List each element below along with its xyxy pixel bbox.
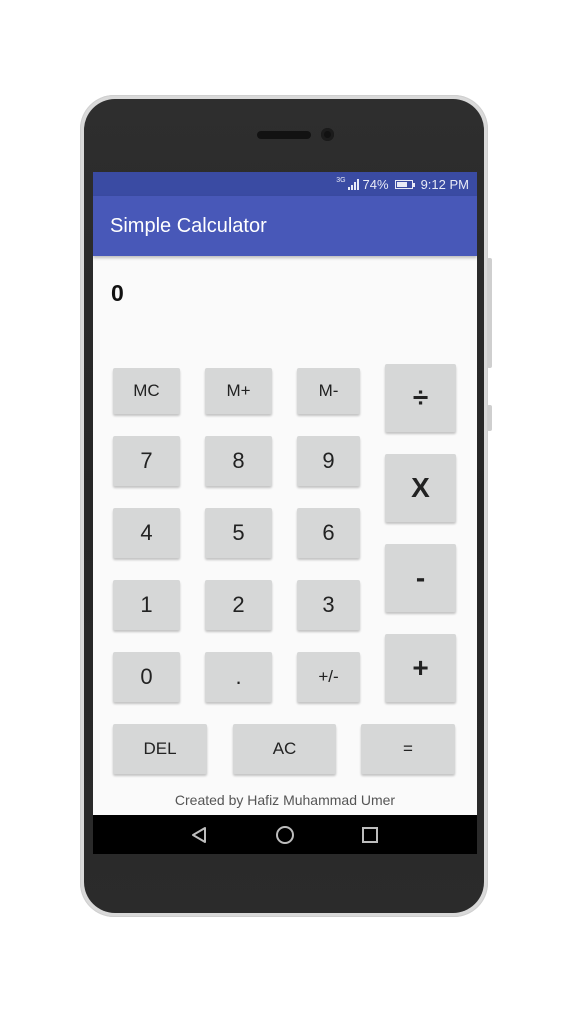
app-bar: Simple Calculator	[93, 196, 477, 256]
recents-icon[interactable]	[350, 815, 390, 854]
delete-button[interactable]: DEL	[113, 724, 207, 774]
app-title: Simple Calculator	[110, 215, 267, 237]
memory-subtract-button[interactable]: M-	[297, 368, 360, 414]
memory-add-button[interactable]: M+	[205, 368, 272, 414]
multiply-button[interactable]: X	[385, 454, 456, 522]
toggle-sign-button[interactable]: +/-	[297, 652, 360, 702]
decimal-point-button[interactable]: .	[205, 652, 272, 702]
network-type: 3G	[336, 177, 346, 184]
digit-6-button[interactable]: 6	[297, 508, 360, 558]
digit-0-button[interactable]: 0	[113, 652, 180, 702]
back-icon[interactable]	[179, 815, 219, 854]
home-icon[interactable]	[265, 815, 305, 854]
clock: 9:12 PM	[420, 177, 469, 192]
screen: 3G 74% 9:12 PM Simple Calculator 0 MC M+…	[93, 172, 477, 854]
digit-8-button[interactable]: 8	[205, 436, 272, 486]
divide-button[interactable]: ÷	[385, 364, 456, 432]
status-bar: 3G 74% 9:12 PM	[93, 172, 477, 196]
equals-button[interactable]: =	[361, 724, 455, 774]
battery-percent: 74%	[362, 177, 389, 192]
digit-2-button[interactable]: 2	[205, 580, 272, 630]
all-clear-button[interactable]: AC	[233, 724, 336, 774]
digit-4-button[interactable]: 4	[113, 508, 180, 558]
credit-text: Created by Hafiz Muhammad Umer	[174, 792, 396, 808]
front-camera	[321, 128, 334, 141]
digit-9-button[interactable]: 9	[297, 436, 360, 486]
volume-button	[487, 405, 492, 431]
earpiece-speaker	[257, 131, 311, 139]
navigation-bar	[93, 815, 477, 854]
battery-icon	[394, 180, 415, 189]
add-button[interactable]: +	[385, 634, 456, 702]
digit-1-button[interactable]: 1	[113, 580, 180, 630]
calculator-display: 0	[111, 280, 124, 306]
signal-icon	[347, 179, 359, 190]
digit-7-button[interactable]: 7	[113, 436, 180, 486]
subtract-button[interactable]: -	[385, 544, 456, 612]
digit-5-button[interactable]: 5	[205, 508, 272, 558]
memory-clear-button[interactable]: MC	[113, 368, 180, 414]
power-button	[487, 258, 492, 368]
digit-3-button[interactable]: 3	[297, 580, 360, 630]
